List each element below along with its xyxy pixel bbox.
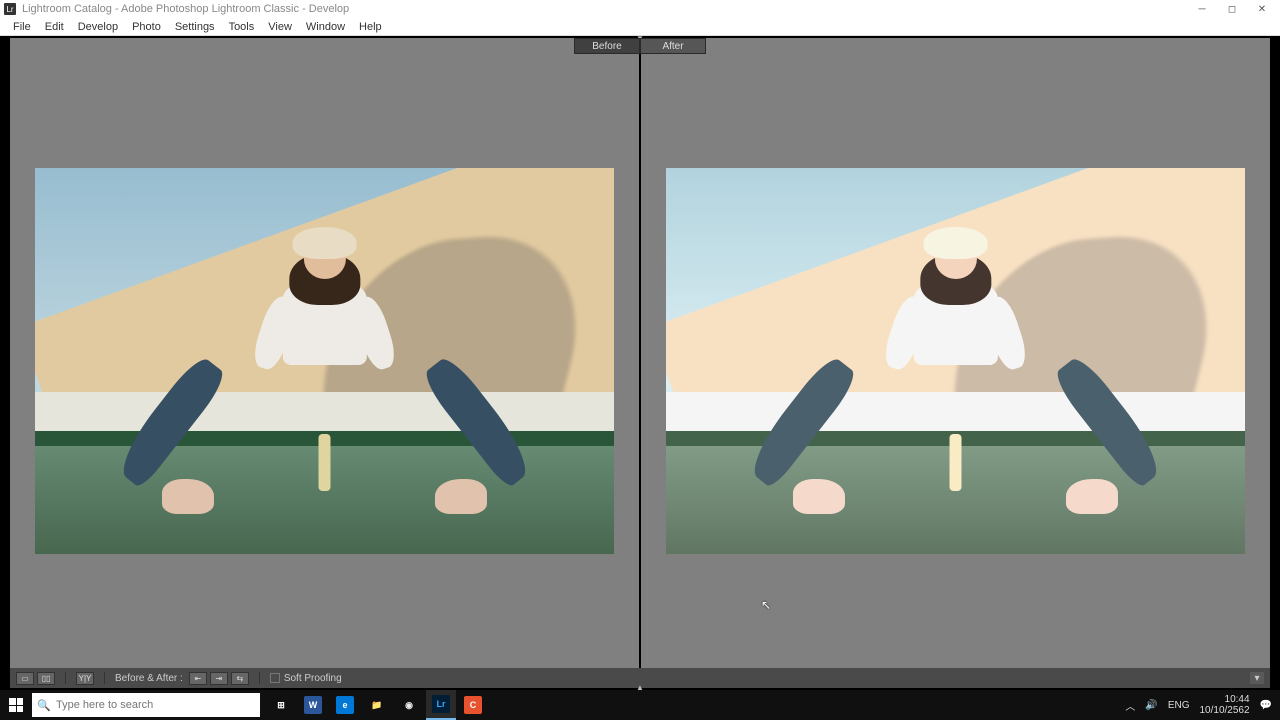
develop-workspace: ▼ Before After ↖ <box>0 36 1280 690</box>
taskbar-app-camtasia[interactable]: C <box>458 690 488 720</box>
menu-tools[interactable]: Tools <box>222 21 262 33</box>
lightroom-icon: Lr <box>432 695 450 713</box>
window-title: Lightroom Catalog - Adobe Photoshop Ligh… <box>22 3 349 15</box>
after-tab[interactable]: After <box>640 38 706 54</box>
menu-window[interactable]: Window <box>299 21 352 33</box>
compare-view-button[interactable]: ▯▯ <box>37 672 55 685</box>
task-view-icon: ⊞ <box>272 696 290 714</box>
file-explorer-icon: 📁 <box>368 696 386 714</box>
maximize-button[interactable]: ◻ <box>1226 3 1238 15</box>
before-after-label: Before & After : <box>115 673 183 684</box>
mouse-cursor-icon: ↖ <box>761 598 771 612</box>
soft-proofing-toggle[interactable]: Soft Proofing <box>270 673 342 684</box>
windows-logo-icon <box>9 698 23 712</box>
taskbar-app-lightroom[interactable]: Lr <box>426 690 456 720</box>
toolbar-options-dropdown[interactable]: ▾ <box>1250 672 1264 684</box>
taskbar-app-edge[interactable]: e <box>330 690 360 720</box>
clock-time: 10:44 <box>1199 694 1249 705</box>
menu-help[interactable]: Help <box>352 21 389 33</box>
window-controls: ─ ◻ ✕ <box>1196 3 1276 15</box>
menu-photo[interactable]: Photo <box>125 21 168 33</box>
before-pane[interactable] <box>10 54 639 668</box>
edge-icon: e <box>336 696 354 714</box>
chrome-icon: ◉ <box>400 696 418 714</box>
window-titlebar: Lr Lightroom Catalog - Adobe Photoshop L… <box>0 0 1280 18</box>
tray-overflow-icon[interactable]: ︿ <box>1125 698 1135 713</box>
swap-both-button[interactable]: ⇆ <box>231 672 249 685</box>
taskbar-search[interactable]: 🔍 <box>32 693 260 717</box>
minimize-button[interactable]: ─ <box>1196 3 1208 15</box>
taskbar-clock[interactable]: 10:44 10/10/2562 <box>1199 694 1249 716</box>
canvas-frame: Before After ↖ <box>10 38 1270 688</box>
ba-leftright-button[interactable]: Y|Y <box>76 672 94 685</box>
before-after-swap-group: ⇤ ⇥ ⇆ <box>189 672 249 685</box>
close-button[interactable]: ✕ <box>1256 3 1268 15</box>
camtasia-icon: C <box>464 696 482 714</box>
windows-taskbar: 🔍 ⊞ We 📁 ◉ Lr C ︿ 🔊 ENG 10:44 10/10/2562 💬 <box>0 690 1280 720</box>
volume-icon[interactable]: 🔊 <box>1145 700 1157 711</box>
swap-before-button[interactable]: ⇤ <box>189 672 207 685</box>
after-pane[interactable]: ↖ <box>641 54 1270 668</box>
menu-view[interactable]: View <box>261 21 299 33</box>
taskbar-app-word[interactable]: W <box>298 690 328 720</box>
soft-proofing-checkbox[interactable] <box>270 673 280 683</box>
menu-edit[interactable]: Edit <box>38 21 71 33</box>
action-center-icon[interactable]: 💬 <box>1260 700 1272 711</box>
before-after-mode-group: Y|Y <box>76 672 94 685</box>
taskbar-app-file-explorer[interactable]: 📁 <box>362 690 392 720</box>
soft-proofing-label: Soft Proofing <box>284 673 342 684</box>
filmstrip-handle[interactable]: ▲ <box>636 683 644 692</box>
before-photo <box>35 168 614 555</box>
start-button[interactable] <box>0 690 32 720</box>
clock-date: 10/10/2562 <box>1199 705 1249 716</box>
menu-settings[interactable]: Settings <box>168 21 222 33</box>
word-icon: W <box>304 696 322 714</box>
menu-file[interactable]: File <box>6 21 38 33</box>
app-icon: Lr <box>4 3 16 15</box>
system-tray: ︿ 🔊 ENG 10:44 10/10/2562 💬 <box>1117 694 1280 716</box>
taskbar-app-chrome[interactable]: ◉ <box>394 690 424 720</box>
language-indicator[interactable]: ENG <box>1168 700 1190 711</box>
menu-develop[interactable]: Develop <box>71 21 125 33</box>
before-tab[interactable]: Before <box>574 38 640 54</box>
taskbar-apps: ⊞ We 📁 ◉ Lr C <box>266 690 488 720</box>
search-input[interactable] <box>56 699 260 711</box>
search-icon: 🔍 <box>32 699 56 712</box>
swap-after-button[interactable]: ⇥ <box>210 672 228 685</box>
before-after-tabs: Before After <box>574 38 706 54</box>
after-photo <box>666 168 1245 555</box>
loupe-view-button[interactable]: ▭ <box>16 672 34 685</box>
taskbar-app-task-view[interactable]: ⊞ <box>266 690 296 720</box>
view-mode-group: ▭ ▯▯ <box>16 672 55 685</box>
compare-split: ↖ <box>10 54 1270 668</box>
